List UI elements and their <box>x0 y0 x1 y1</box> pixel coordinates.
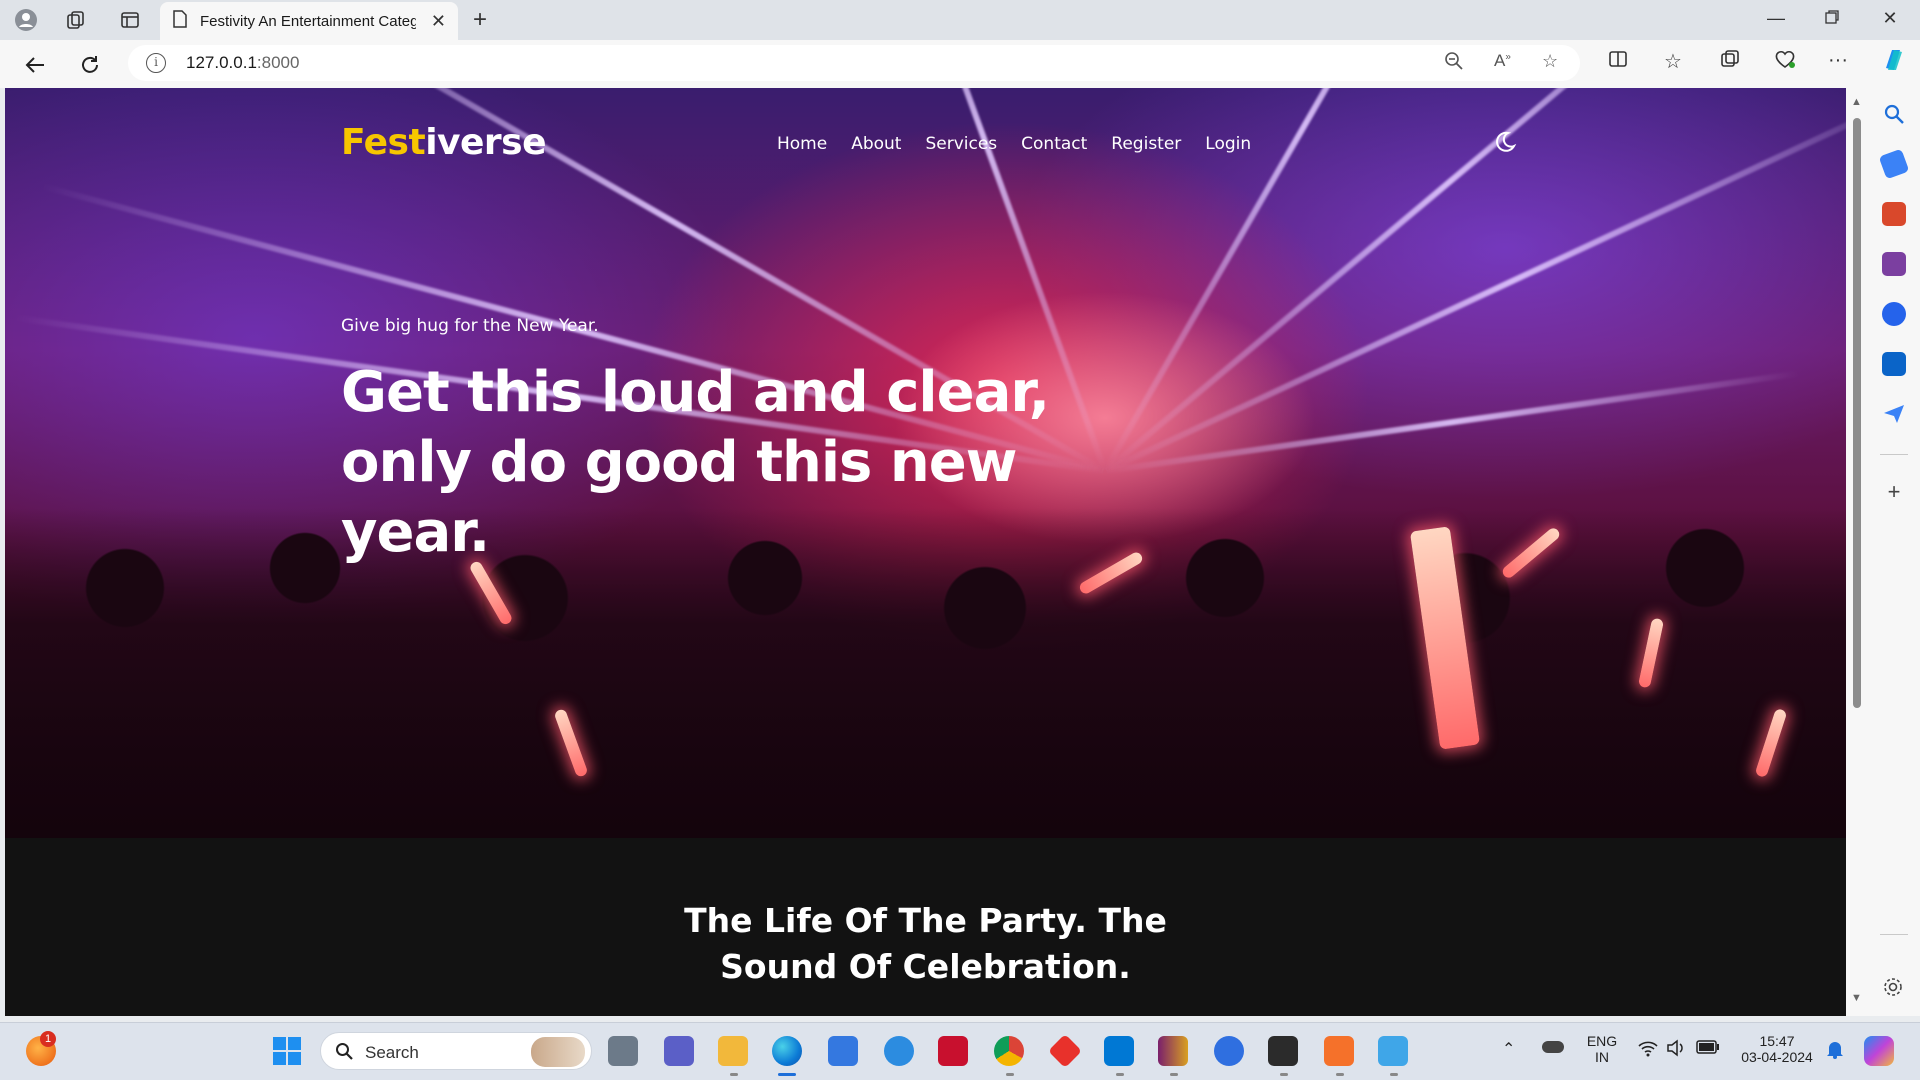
show-hidden-icons-chevron-icon[interactable]: ⌃ <box>1502 1039 1515 1059</box>
scroll-down-arrow[interactable]: ▼ <box>1851 992 1862 1004</box>
running-indicator <box>730 1073 738 1076</box>
search-placeholder: Search <box>365 1043 419 1062</box>
main-menu: Home About Services Contact Register Log… <box>777 134 1275 154</box>
running-indicator <box>1170 1073 1178 1076</box>
notification-bell-icon[interactable] <box>1826 1039 1844 1064</box>
running-indicator <box>1116 1073 1124 1076</box>
sidebar-search-icon[interactable] <box>1882 102 1906 126</box>
task-view-icon[interactable] <box>608 1036 638 1066</box>
app-installer-icon[interactable] <box>1214 1036 1244 1066</box>
zoom-out-icon[interactable] <box>1444 51 1464 76</box>
more-options-icon[interactable]: ··· <box>1828 49 1848 72</box>
site-navbar: Festiverse Home About Services Contact R… <box>341 118 1517 168</box>
favorites-icon[interactable]: ☆ <box>1664 49 1682 74</box>
notepad-icon[interactable] <box>1378 1036 1408 1066</box>
favorite-star-icon[interactable]: ☆ <box>1542 51 1558 72</box>
search-highlight-image <box>531 1037 585 1067</box>
sidebar-settings-gear-icon[interactable] <box>1882 976 1906 1000</box>
edge-browser-icon[interactable] <box>772 1036 802 1066</box>
close-window-button[interactable]: ✕ <box>1868 8 1912 29</box>
address-bar[interactable]: i 127.0.0.1:8000 A» ☆ <box>128 45 1580 81</box>
restore-button[interactable] <box>1810 8 1854 29</box>
tools-briefcase-icon[interactable] <box>1882 202 1906 226</box>
scroll-up-arrow[interactable]: ▲ <box>1851 96 1862 108</box>
close-tab-icon[interactable]: ✕ <box>431 11 446 32</box>
microsoft-365-icon[interactable] <box>1882 302 1906 326</box>
new-tab-button[interactable]: + <box>466 6 494 34</box>
taskbar-search-box[interactable]: Search <box>320 1032 592 1070</box>
xampp-icon[interactable] <box>1324 1036 1354 1066</box>
clock[interactable]: 15:47 03-04-2024 <box>1732 1033 1822 1065</box>
hero-heading: Get this loud and clear, only do good th… <box>341 360 1050 565</box>
vertical-tabs-icon[interactable] <box>116 6 144 34</box>
browser-essentials-icon[interactable] <box>1774 49 1796 75</box>
windows-start-icon[interactable] <box>272 1036 302 1066</box>
active-indicator <box>778 1073 796 1076</box>
winrar-icon[interactable] <box>1158 1036 1188 1066</box>
url-text[interactable]: 127.0.0.1:8000 <box>186 53 299 73</box>
outlook-icon[interactable] <box>1882 352 1906 376</box>
search-icon <box>335 1042 353 1060</box>
back-button[interactable] <box>20 50 50 80</box>
page-viewport: Festiverse Home About Services Contact R… <box>5 88 1846 1016</box>
nav-services[interactable]: Services <box>925 134 997 154</box>
profile-icon[interactable] <box>12 6 40 34</box>
chrome-icon[interactable] <box>994 1036 1024 1066</box>
copilot-taskbar-icon[interactable] <box>1864 1036 1894 1066</box>
drop-send-icon[interactable] <box>1882 402 1906 426</box>
games-icon[interactable] <box>1882 252 1906 276</box>
nav-home[interactable]: Home <box>777 134 827 154</box>
site-info-icon[interactable]: i <box>146 53 166 73</box>
wifi-icon[interactable] <box>1638 1039 1658 1062</box>
microsoft-store-icon[interactable] <box>828 1036 858 1066</box>
vscode-icon[interactable] <box>1104 1036 1134 1066</box>
onedrive-cloud-icon[interactable] <box>1542 1041 1564 1053</box>
workspaces-icon[interactable] <box>62 6 90 34</box>
file-explorer-icon[interactable] <box>718 1036 748 1066</box>
minimize-button[interactable]: — <box>1754 8 1798 29</box>
nav-login[interactable]: Login <box>1205 134 1251 154</box>
teams-icon[interactable] <box>664 1036 694 1066</box>
browser-toolbar: i 127.0.0.1:8000 A» ☆ ☆ ··· <box>0 40 1920 88</box>
page-icon <box>172 9 188 33</box>
collections-icon[interactable] <box>1720 49 1740 75</box>
nav-register[interactable]: Register <box>1111 134 1181 154</box>
battery-icon[interactable] <box>1696 1040 1720 1059</box>
edge-sidebar: + <box>1868 88 1920 1016</box>
browser-tab-strip: Festivity An Entertainment Category ✕ + … <box>0 0 1920 40</box>
help-app-icon[interactable] <box>884 1036 914 1066</box>
page-scrollbar[interactable]: ▲ ▼ <box>1846 88 1868 1016</box>
running-indicator <box>1280 1073 1288 1076</box>
copilot-icon[interactable] <box>1880 46 1908 80</box>
running-indicator <box>1006 1073 1014 1076</box>
section-heading: The Life Of The Party. The Sound Of Cele… <box>684 901 1167 986</box>
dark-mode-moon-icon[interactable] <box>1493 130 1517 154</box>
read-aloud-icon[interactable]: A» <box>1494 51 1511 71</box>
add-sidebar-app-icon[interactable]: + <box>1882 480 1906 504</box>
shopping-tag-icon[interactable] <box>1878 148 1910 180</box>
hero-tagline: Give big hug for the New Year. <box>341 316 599 336</box>
site-logo[interactable]: Festiverse <box>341 122 547 163</box>
split-screen-icon[interactable] <box>1608 49 1628 75</box>
mcafee-icon[interactable] <box>938 1036 968 1066</box>
volume-icon[interactable] <box>1666 1039 1686 1062</box>
hero-banner: Festiverse Home About Services Contact R… <box>5 88 1846 838</box>
nav-about[interactable]: About <box>851 134 901 154</box>
notification-badge: 1 <box>40 1031 56 1047</box>
sidebar-divider <box>1880 934 1908 935</box>
refresh-button[interactable] <box>75 50 105 80</box>
nav-contact[interactable]: Contact <box>1021 134 1087 154</box>
anydesk-icon[interactable] <box>1048 1034 1082 1068</box>
windows-taskbar: 1 Search ⌃ ENG IN 15:47 03-04-2024 <box>0 1022 1920 1080</box>
running-indicator <box>1390 1073 1398 1076</box>
sidebar-divider <box>1880 454 1908 455</box>
tab-festivity[interactable]: Festivity An Entertainment Category ✕ <box>160 2 458 40</box>
scroll-thumb[interactable] <box>1853 118 1861 708</box>
running-indicator <box>1336 1073 1344 1076</box>
terminal-icon[interactable] <box>1268 1036 1298 1066</box>
language-indicator[interactable]: ENG IN <box>1584 1033 1620 1065</box>
tab-title: Festivity An Entertainment Category <box>200 12 416 30</box>
